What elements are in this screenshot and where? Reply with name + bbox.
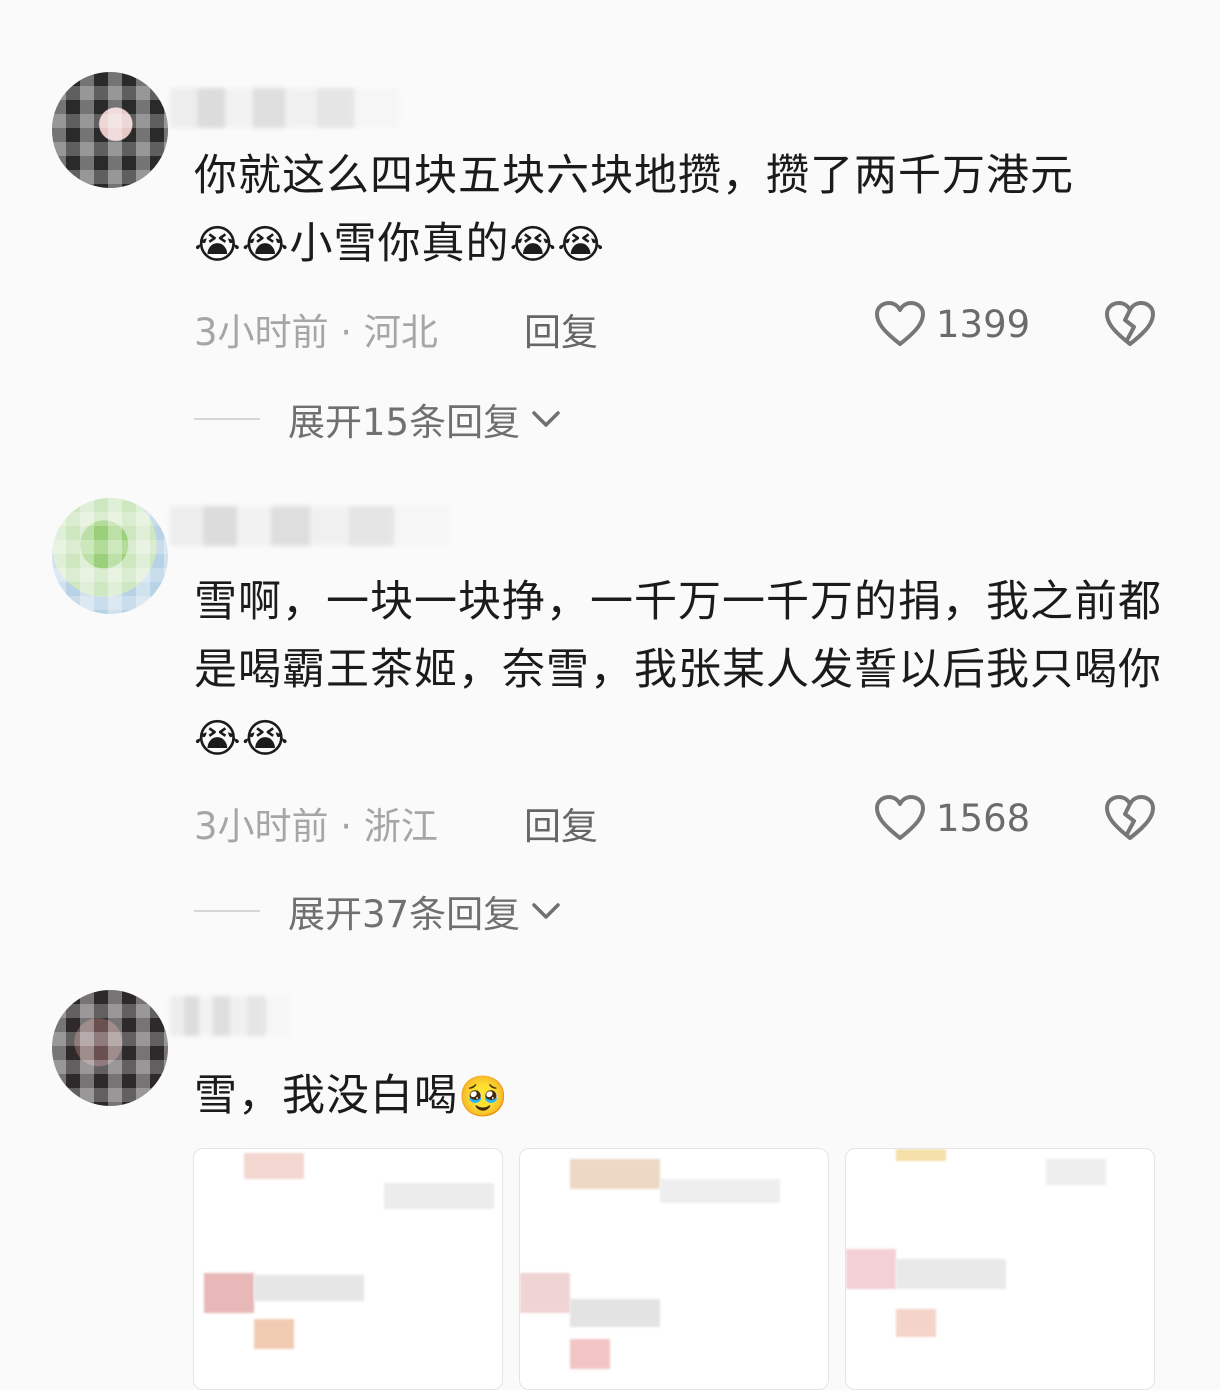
like-count: 1399 <box>936 302 1031 346</box>
comment-meta: 3小时前 · 浙江 回复 1568 <box>194 794 1164 848</box>
comment-text: 雪，我没白喝🥹 <box>194 1071 509 1121</box>
loudly-crying-emoji: 😭 <box>557 222 605 268</box>
expand-replies[interactable]: 展开37条回复 <box>194 886 562 936</box>
attached-image-3[interactable] <box>845 1148 1155 1390</box>
comment-text: 你就这么四块五块六块地攒，攒了两千万港元 😭😭小雪你真的😭😭 <box>194 151 1074 269</box>
divider-line <box>194 910 260 912</box>
time-location: 3小时前 · 浙江 <box>194 805 438 848</box>
avatar[interactable] <box>52 72 168 188</box>
heart-outline-icon <box>875 301 925 346</box>
expand-replies[interactable]: 展开15条回复 <box>194 394 562 444</box>
dislike-button[interactable] <box>1104 794 1156 851</box>
username-blurred[interactable] <box>170 88 400 128</box>
comment-meta: 3小时前 · 河北 回复 1399 <box>194 300 1164 354</box>
crying-face-emoji: 😭 <box>194 716 242 762</box>
loudly-crying-emoji: 😭 <box>509 222 558 268</box>
avatar[interactable] <box>52 498 168 614</box>
divider-line <box>194 418 260 420</box>
broken-heart-icon <box>1105 301 1155 346</box>
chevron-down-icon <box>532 411 560 427</box>
chevron-down-icon <box>532 903 560 919</box>
loudly-crying-emoji: 😭 <box>241 222 290 268</box>
crying-face-emoji: 😭 <box>241 716 290 762</box>
like-count: 1568 <box>936 796 1031 840</box>
dislike-button[interactable] <box>1104 300 1156 357</box>
comment-text: 雪啊，一块一块挣，一千万一千万的捐，我之前都是喝霸王茶姬，奈雪，我张某人发誓以后… <box>194 577 1162 762</box>
like-button[interactable]: 1568 <box>874 794 1030 842</box>
avatar[interactable] <box>52 990 168 1106</box>
attached-image-1[interactable] <box>193 1148 503 1390</box>
pleading-face-emoji: 🥹 <box>458 1074 509 1120</box>
username-blurred[interactable] <box>170 996 290 1036</box>
expand-label: 展开37条回复 <box>288 893 521 936</box>
like-button[interactable]: 1399 <box>874 300 1030 348</box>
broken-heart-icon <box>1105 795 1155 840</box>
time-location: 3小时前 · 河北 <box>194 311 438 354</box>
loudly-crying-emoji: 😭 <box>194 222 242 268</box>
reply-button[interactable]: 回复 <box>524 796 598 850</box>
reply-button[interactable]: 回复 <box>524 302 598 356</box>
heart-outline-icon <box>875 795 925 840</box>
expand-label: 展开15条回复 <box>288 401 521 444</box>
attached-images <box>193 1148 1155 1390</box>
username-blurred[interactable] <box>170 506 450 546</box>
attached-image-2[interactable] <box>519 1148 829 1390</box>
